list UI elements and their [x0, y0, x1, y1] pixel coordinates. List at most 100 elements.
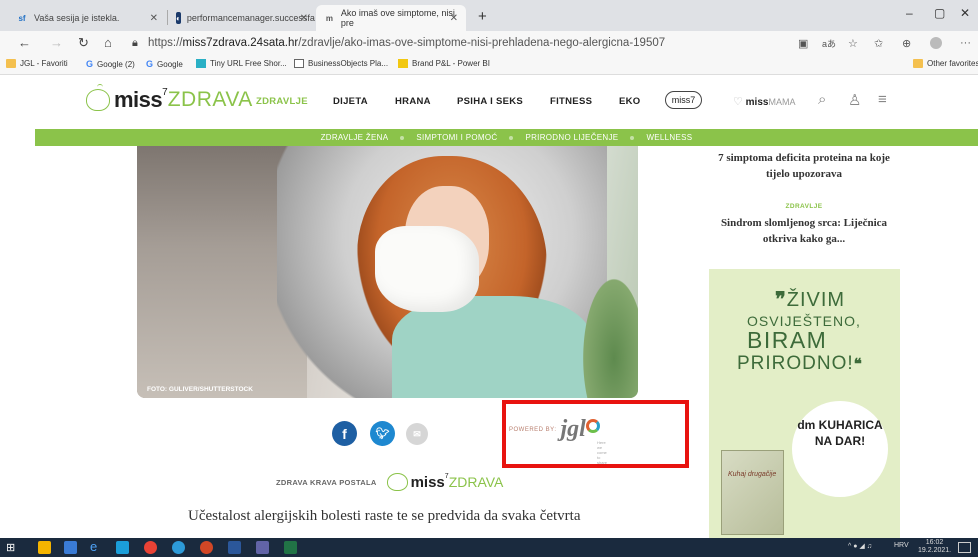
- favorites-bar: JGL - Favoriti G Google (2) G Google Tiny …: [0, 56, 978, 75]
- tray-icons[interactable]: ^ ● ◢ ♫: [848, 542, 872, 550]
- subnav-prirodno-lijecenje[interactable]: PRIRODNO LIJEČENJE: [525, 133, 618, 142]
- profile-avatar[interactable]: [930, 37, 942, 49]
- site-header: miss 7 ZDRAVA ZDRAVLJE DIJETA HRANA PSIHA …: [0, 75, 978, 129]
- forward-arrow-icon[interactable]: →: [50, 35, 63, 50]
- subnav-wellness[interactable]: WELLNESS: [646, 133, 692, 142]
- separator-dot: [509, 135, 514, 140]
- cookbook-image: Kuhaj drugačije: [721, 450, 784, 535]
- more-options-icon[interactable]: ···: [960, 37, 971, 49]
- favorite-powerbi[interactable]: Brand P&L - Power BI: [398, 59, 490, 68]
- nav-eko[interactable]: EKO: [619, 96, 641, 107]
- subnav-zdravlje-zena[interactable]: ZDRAVLJE ŽENA: [321, 133, 389, 142]
- twitter-share-button[interactable]: 🐦︎: [370, 421, 395, 446]
- browser-tab[interactable]: sf Vaša sesija je istekla. ✕: [8, 5, 166, 31]
- ad-badge: dm KUHARICA NA DAR!: [792, 401, 888, 497]
- google-icon: G: [146, 59, 154, 69]
- file-explorer-icon[interactable]: [38, 541, 51, 554]
- nav-zdravlje[interactable]: ZDRAVLJE: [256, 96, 308, 107]
- sidebar-category[interactable]: ZDRAVLJE: [709, 203, 899, 210]
- favorite-jgl-folder[interactable]: JGL - Favoriti: [6, 59, 68, 68]
- add-favorite-icon[interactable]: ☆: [848, 37, 858, 50]
- new-tab-button[interactable]: +: [478, 8, 487, 25]
- sidebar-article-link[interactable]: 7 simptoma deficita proteina na koje tij…: [709, 150, 899, 182]
- reader-view-icon[interactable]: ▣: [798, 37, 808, 50]
- heart-icon: ♡: [733, 96, 743, 108]
- twitter-icon: 🐦︎: [375, 428, 390, 440]
- apple-logo-icon: [386, 473, 408, 491]
- app-icon[interactable]: [116, 541, 129, 554]
- collections-icon[interactable]: ⊕: [902, 37, 911, 50]
- close-tab-icon[interactable]: ✕: [450, 13, 458, 24]
- notifications-icon[interactable]: [958, 542, 971, 553]
- article-hero-image: [137, 146, 638, 398]
- home-icon[interactable]: ⌂: [104, 35, 112, 50]
- nav-dijeta[interactable]: DIJETA: [333, 96, 368, 107]
- teams-icon[interactable]: [256, 541, 269, 554]
- tab-title: Vaša sesija je istekla.: [34, 13, 120, 23]
- email-share-button[interactable]: ✉: [406, 423, 428, 445]
- favorite-businessobjects[interactable]: BusinessObjects Pla...: [294, 59, 388, 68]
- powerpoint-icon[interactable]: [200, 541, 213, 554]
- back-arrow-icon[interactable]: ←: [18, 35, 31, 50]
- page-icon: [294, 59, 304, 68]
- other-favorites[interactable]: Other favorites: [913, 59, 978, 68]
- windows-start-icon[interactable]: ⊞: [6, 541, 19, 554]
- favorite-google-2[interactable]: G Google (2): [86, 59, 135, 69]
- nav-fitness[interactable]: FITNESS: [550, 96, 592, 107]
- browser-tab-active[interactable]: m Ako imaš ove simptome, nisi pre ✕: [316, 5, 466, 31]
- windows-taskbar: ⊞ e ^ ● ◢ ♫ HRV 16:02 19.2.2021.: [0, 538, 978, 557]
- ad-line: BIRAM: [747, 327, 828, 353]
- close-tab-icon[interactable]: ✕: [150, 13, 158, 24]
- favorites-icon[interactable]: ✩: [874, 37, 883, 50]
- excel-icon[interactable]: [284, 541, 297, 554]
- separator-dot: [630, 135, 635, 140]
- app-icon[interactable]: [64, 541, 77, 554]
- user-icon[interactable]: ♙: [848, 91, 861, 109]
- powerbi-icon: [398, 59, 408, 68]
- site-logo[interactable]: miss 7 ZDRAVA: [86, 84, 253, 113]
- article-body-text: Učestalost alergijskih bolesti raste te …: [188, 508, 581, 524]
- miss7-link[interactable]: miss7: [665, 91, 702, 109]
- ad-line: ❞ŽIVIM: [775, 289, 846, 311]
- internet-explorer-icon[interactable]: e: [90, 539, 103, 554]
- folder-icon: [6, 59, 16, 68]
- read-aloud-icon[interactable]: aあ: [822, 37, 836, 50]
- language-indicator[interactable]: HRV: [894, 542, 909, 549]
- google-icon: G: [86, 59, 94, 69]
- browser-tab[interactable]: ◐ performancemanager.successfa ✕: [168, 5, 316, 31]
- sidebar-article-link[interactable]: Sindrom slomljenog srca: Liječnica otkri…: [709, 215, 899, 247]
- separator-dot: [400, 135, 405, 140]
- minimize-button[interactable]: –: [906, 6, 913, 20]
- chrome-icon[interactable]: [144, 541, 157, 554]
- close-window-button[interactable]: ✕: [960, 6, 970, 20]
- dm-advertisement[interactable]: ❞ŽIVIM OSVIJEŠTENO, BIRAM PRIRODNO!❝ dm …: [709, 269, 900, 543]
- maximize-button[interactable]: ▢: [934, 6, 945, 20]
- address-bar-row: ← → ↻ ⌂ 🔒︎ https://miss7zdrava.24sata.hr…: [0, 31, 978, 56]
- browser-tab-bar: sf Vaša sesija je istekla. ✕ ◐ performan…: [0, 0, 978, 31]
- favorite-google[interactable]: G Google: [146, 59, 183, 69]
- menu-icon[interactable]: ≡: [878, 91, 887, 108]
- tinyurl-icon: [196, 59, 206, 68]
- refresh-icon[interactable]: ↻: [78, 35, 89, 51]
- url-field[interactable]: https://miss7zdrava.24sata.hr/zdravlje/a…: [148, 37, 665, 49]
- clock[interactable]: 16:02 19.2.2021.: [918, 539, 951, 555]
- facebook-icon: f: [342, 425, 347, 442]
- photo-credit: FOTO: GULIVER/SHUTTERSTOCK: [147, 386, 253, 393]
- search-icon[interactable]: ⌕: [818, 91, 826, 108]
- favorite-tinyurl[interactable]: Tiny URL Free Shor...: [196, 59, 287, 68]
- salesforce-favicon-icon: sf: [18, 13, 26, 23]
- postala-label: ZDRAVA KRAVA POSTALA: [276, 477, 377, 487]
- email-icon: ✉: [413, 428, 421, 439]
- nav-psiha-i-seks[interactable]: PSIHA I SEKS: [457, 96, 523, 107]
- tab-title: Ako imaš ove simptome, nisi pre: [340, 8, 455, 28]
- lock-icon[interactable]: 🔒︎: [132, 37, 138, 50]
- sub-navigation: ZDRAVLJE ŽENA SIMPTOMI I POMOĆ PRIRODNO …: [35, 129, 978, 146]
- word-icon[interactable]: [228, 541, 241, 554]
- nav-hrana[interactable]: HRANA: [395, 96, 431, 107]
- subnav-simptomi-i-pomoc[interactable]: SIMPTOMI I POMOĆ: [416, 133, 497, 142]
- close-tab-icon[interactable]: ✕: [300, 13, 308, 24]
- facebook-share-button[interactable]: f: [332, 421, 357, 446]
- edge-icon[interactable]: [172, 541, 185, 554]
- missmama-link[interactable]: ♡ missMAMA: [733, 95, 795, 108]
- postala-banner[interactable]: ZDRAVA KRAVA POSTALA miss 7 ZDRAVA: [276, 473, 503, 491]
